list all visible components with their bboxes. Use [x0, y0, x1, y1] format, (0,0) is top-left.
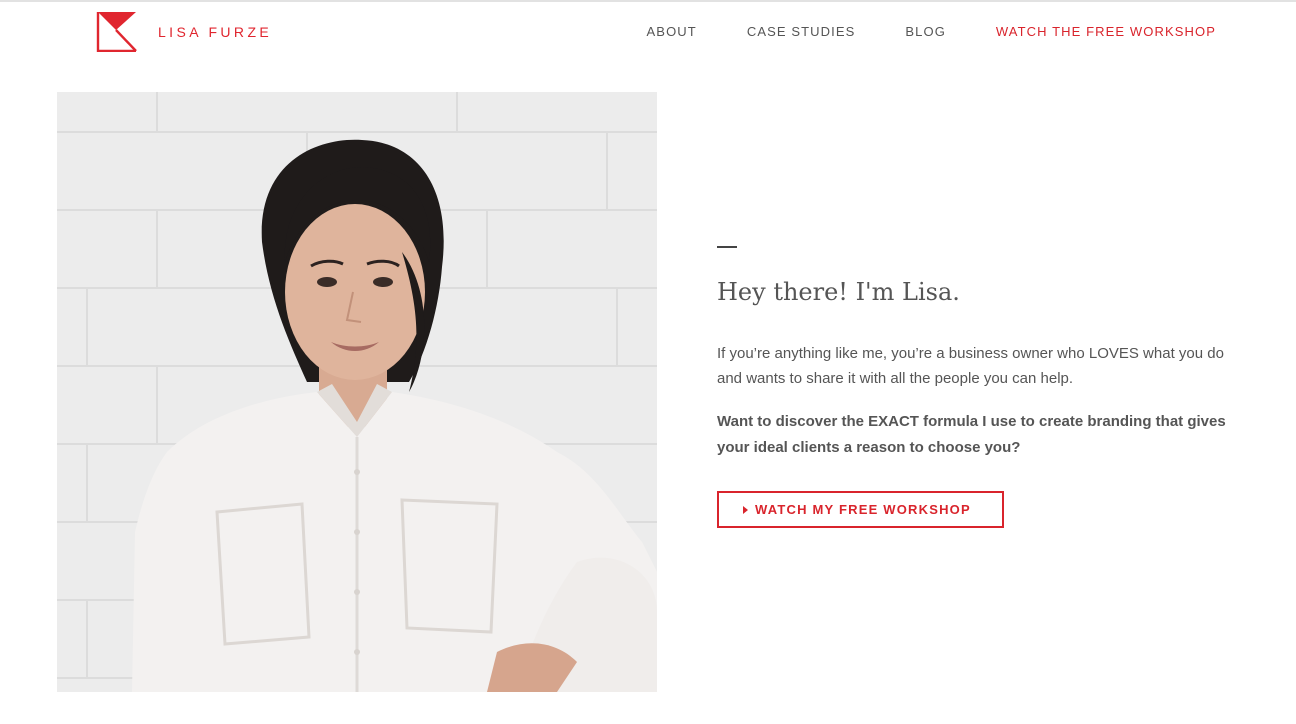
nav-item-about[interactable]: ABOUT [647, 24, 697, 40]
nav-item-case-studies[interactable]: CASE STUDIES [747, 24, 856, 40]
top-rule [0, 0, 1296, 2]
portrait-photo [57, 92, 657, 692]
intro-section: Hey there! I'm Lisa. If you’re anything … [717, 246, 1247, 528]
intro-paragraph: If you’re anything like me, you’re a bus… [717, 345, 1224, 387]
pitch-paragraph: Want to discover the EXACT formula I use… [717, 413, 1226, 456]
watch-workshop-button-label: WATCH MY FREE WORKSHOP [755, 502, 971, 517]
section-dash-divider [717, 246, 737, 248]
caret-right-icon [743, 505, 748, 514]
page-headline: Hey there! I'm Lisa. [717, 278, 960, 306]
brand-logo-link[interactable]: LISA FURZE [96, 12, 272, 52]
watch-workshop-button[interactable]: WATCH MY FREE WORKSHOP [717, 491, 1004, 528]
k-flag-logo-icon [96, 12, 137, 52]
nav-item-watch-workshop[interactable]: WATCH THE FREE WORKSHOP [996, 24, 1216, 40]
nav-item-blog[interactable]: BLOG [905, 24, 946, 40]
brand-name: LISA FURZE [158, 24, 273, 40]
main-nav: ABOUT CASE STUDIES BLOG WATCH THE FREE W… [597, 24, 1216, 40]
